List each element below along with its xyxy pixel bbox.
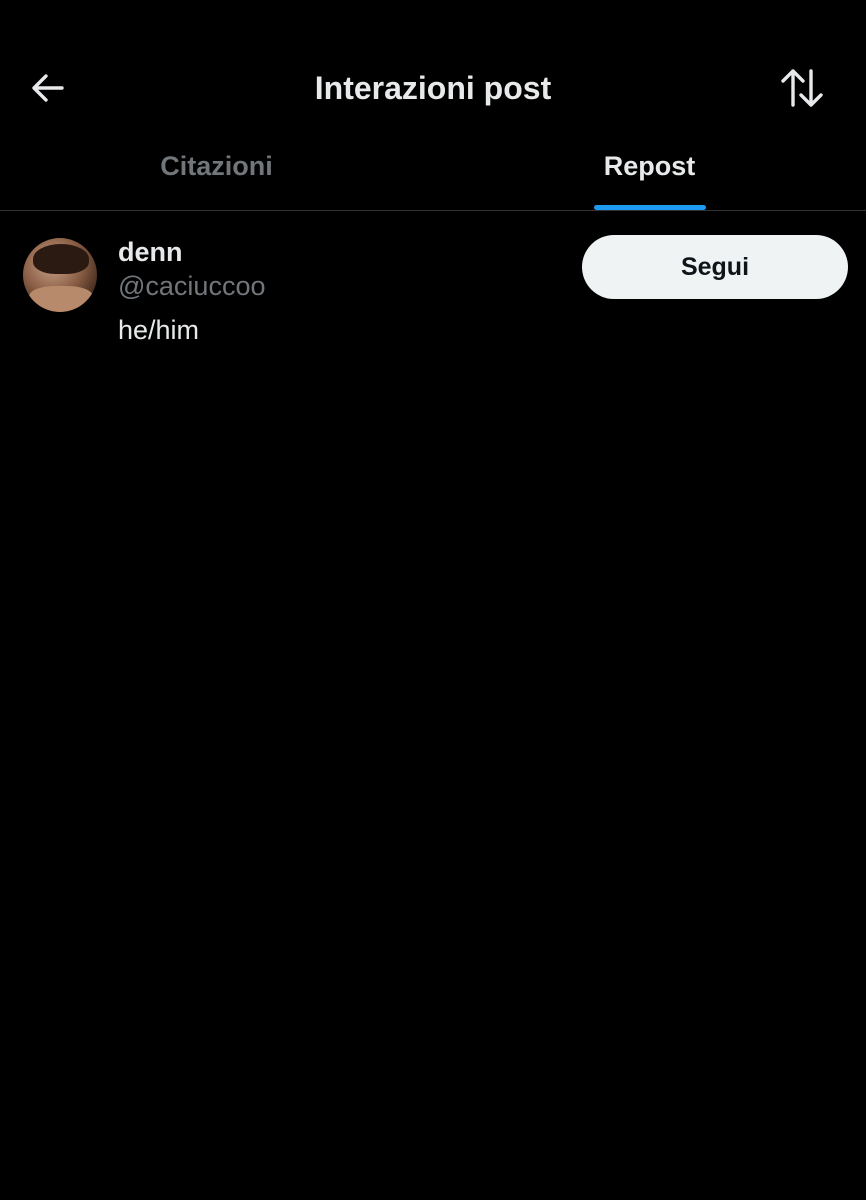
tab-bar: Citazioni Repost [0,130,866,211]
tab-label: Repost [603,151,696,181]
sort-button[interactable] [776,62,828,114]
top-bar: Interazioni post [0,0,866,130]
page-title: Interazioni post [314,70,552,106]
avatar[interactable] [23,238,97,312]
user-handle: @caciuccoo [118,271,266,301]
user-display-name: denn [118,237,183,267]
follow-button[interactable]: Segui [582,235,848,299]
tab-repost[interactable]: Repost [433,130,866,210]
tab-citazioni[interactable]: Citazioni [0,130,433,210]
sort-arrows-icon [781,69,823,107]
tab-label: Citazioni [160,151,273,181]
active-tab-indicator [593,205,706,210]
user-bio: he/him [118,315,200,345]
user-list-item[interactable]: denn @caciuccoo he/him Segui [0,211,866,361]
